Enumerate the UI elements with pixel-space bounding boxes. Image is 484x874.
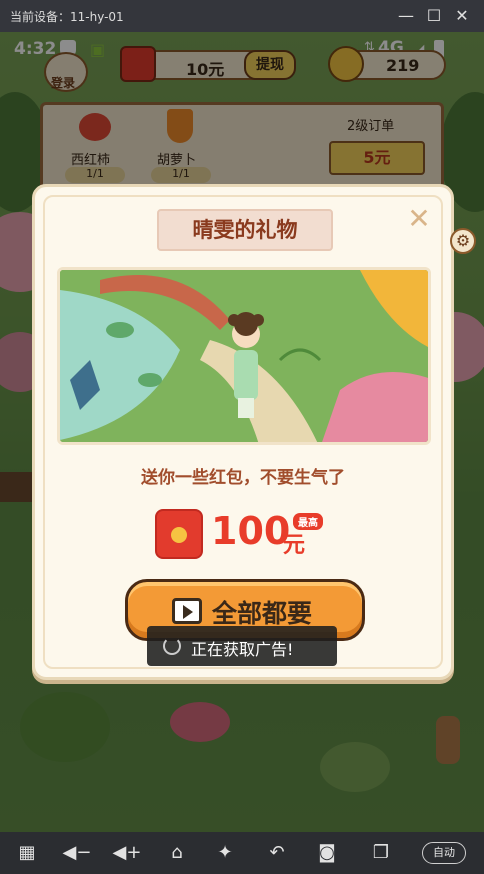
settings-gear-icon[interactable]: ⚙ [450, 228, 476, 254]
gift-dialog: 晴雯的礼物 ✕ 送你一些红包，不要生气了 100 元 最高 全部都要 [32, 184, 454, 680]
max-badge: 最高 [293, 513, 323, 530]
reward-unit: 元 [283, 533, 306, 558]
emulator-title-bar: 当前设备：11-hy-01 — ☐ ✕ [0, 0, 484, 32]
maximize-icon[interactable]: ☐ [424, 6, 444, 26]
clean-broom-icon[interactable]: ✦ [212, 840, 238, 866]
dialog-title: 晴雯的礼物 [157, 209, 333, 251]
close-window-icon[interactable]: ✕ [452, 6, 472, 26]
minimize-icon[interactable]: — [396, 6, 416, 26]
volume-down-icon[interactable]: ◀− [60, 840, 94, 866]
auto-button[interactable]: 自动 [422, 842, 466, 864]
red-envelope-icon [155, 509, 203, 559]
scene-illustration [57, 267, 431, 445]
reward-amount: 100 [211, 509, 291, 553]
camera-icon[interactable]: ◙ [314, 840, 340, 866]
volume-up-icon[interactable]: ◀+ [110, 840, 144, 866]
loading-toast: 正在获取广告! [147, 626, 337, 666]
reward-display: 100 元 最高 [155, 507, 355, 563]
emulator-title: 当前设备：11-hy-01 [10, 10, 124, 24]
emulator-toolbar: ▦ ◀− ◀+ ⌂ ✦ ↶ ◙ ❐ 自动 [0, 832, 484, 874]
claim-all-label: 全部都要 [212, 599, 313, 628]
toast-text: 正在获取广告! [191, 640, 294, 659]
apps-grid-icon[interactable]: ▦ [14, 840, 40, 866]
multi-window-icon[interactable]: ❐ [368, 840, 394, 866]
dialog-message: 送你一些红包，不要生气了 [141, 468, 345, 488]
video-play-icon [172, 598, 202, 624]
garden-illustration [60, 270, 428, 442]
back-arrow-icon[interactable]: ↶ [264, 840, 290, 866]
loading-spinner-icon [163, 637, 181, 655]
close-icon[interactable]: ✕ [405, 205, 433, 233]
home-icon[interactable]: ⌂ [164, 840, 190, 866]
device-screen: 4:32 ▣ ⇅ 4G ◢ 登录 10元 提现 219 西红柿 [0, 32, 484, 832]
